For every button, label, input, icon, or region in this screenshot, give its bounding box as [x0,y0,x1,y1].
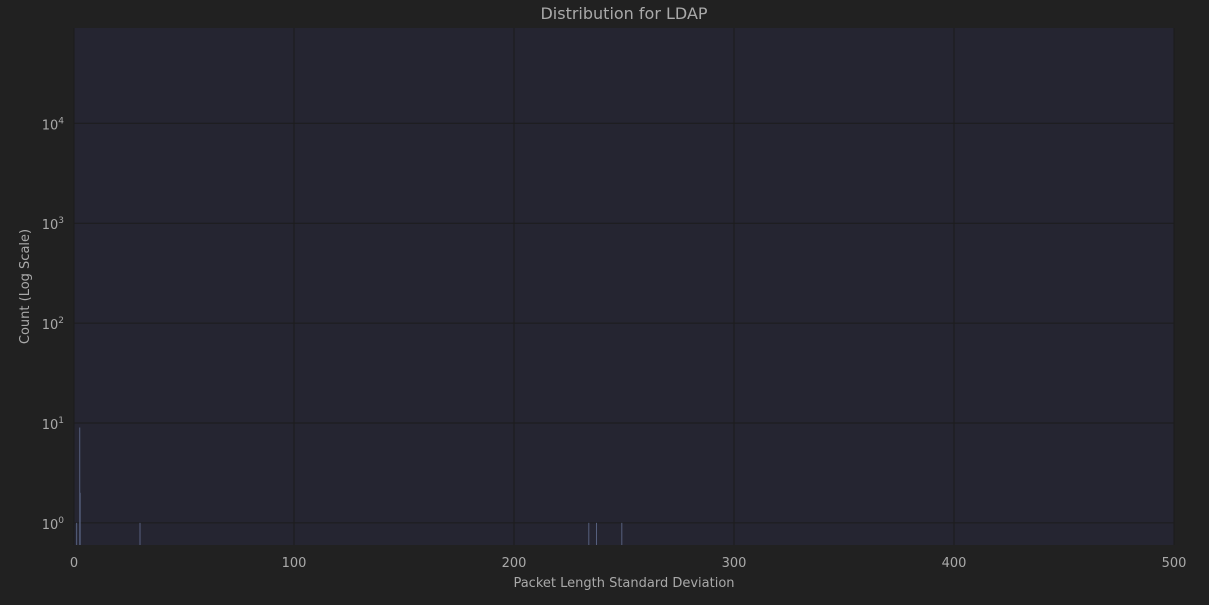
histogram-chart: 0 100 200 300 400 500 100 101 102 103 104 Distrib… [0,0,1209,601]
chart-svg: 0 100 200 300 400 500 100 101 102 103 104 Distrib… [18,4,1187,591]
y-tick-label: 103 [42,216,64,233]
x-tick-label: 300 [722,556,747,571]
x-tick-label: 500 [1162,556,1187,571]
x-tick-label: 400 [942,556,967,571]
y-tick-label: 100 [42,516,65,533]
y-tick-label: 104 [42,116,65,133]
y-tick-label: 101 [42,416,64,433]
plot-area [74,28,1174,545]
chart-title: Distribution for LDAP [540,4,707,23]
y-tick-label: 102 [42,316,64,333]
x-tick-label: 200 [502,556,527,571]
x-axis-ticks: 0 100 200 300 400 500 [70,556,1187,571]
x-axis-label: Packet Length Standard Deviation [513,576,734,591]
y-axis-ticks: 100 101 102 103 104 [42,116,65,533]
x-tick-label: 0 [70,556,78,571]
x-tick-label: 100 [282,556,307,571]
y-axis-label: Count (Log Scale) [18,229,33,344]
